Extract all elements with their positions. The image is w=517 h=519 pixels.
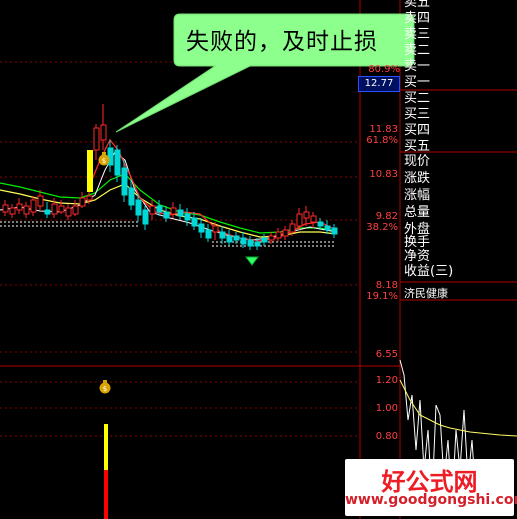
green-diamond-icon: [245, 256, 259, 266]
candle-body: [247, 239, 254, 247]
candle-body: [37, 195, 44, 207]
candle-body: [93, 127, 100, 151]
candle-body: [177, 209, 184, 217]
candle-body: [198, 223, 205, 233]
candle-body: [219, 231, 226, 239]
candle-body: [289, 223, 296, 233]
indicator-label-100: 1.00: [375, 403, 398, 414]
axis-label-pct-top: 80.9%: [368, 64, 400, 75]
quote-field-change: 涨跌: [404, 171, 431, 186]
current-price-box: 12.77: [358, 76, 400, 92]
orderbook-sell-3[interactable]: 卖三: [404, 26, 430, 43]
indicator-label-120: 1.20: [375, 375, 398, 386]
watermark-url: www.goodgongshi.com: [345, 492, 517, 508]
indicator-label-080: 0.80: [375, 431, 398, 442]
candle-body: [51, 203, 58, 215]
candle-body: [212, 225, 219, 233]
axis-label-618: 61.8%: [366, 135, 398, 146]
orderbook-sell-1[interactable]: 卖一: [404, 58, 430, 75]
candle-body: [44, 209, 51, 215]
quote-field-change-pct: 涨幅: [404, 188, 431, 203]
axis-label-1183: 11.83: [369, 124, 398, 135]
candle-body: [2, 204, 9, 213]
watermark-badge: 好公式网 www.goodgongshi.com: [345, 459, 517, 516]
kline-chart[interactable]: $ $: [0, 0, 517, 519]
candle-body: [303, 211, 310, 219]
candle-body: [184, 213, 191, 221]
candle-body: [16, 203, 23, 211]
axis-label-1083: 10.83: [369, 169, 398, 180]
svg-text:$: $: [102, 157, 106, 165]
candle-body: [9, 207, 16, 215]
orderbook-sell-2[interactable]: 卖二: [404, 42, 430, 59]
candle-body: [310, 215, 317, 223]
candle-body: [114, 149, 121, 176]
candle-body: [121, 167, 128, 196]
candle-body: [135, 199, 142, 216]
candle-body: [240, 237, 247, 245]
candle-body: [23, 205, 30, 215]
candle-body: [254, 241, 261, 247]
quote-field-volume: 总量: [404, 205, 431, 220]
svg-text:$: $: [103, 385, 107, 393]
candle-body: [268, 235, 275, 241]
candle-body: [163, 211, 170, 219]
orderbook-sell-4[interactable]: 卖四: [404, 10, 430, 27]
axis-label-191: 19.1%: [366, 291, 398, 302]
axis-label-982: 9.82: [375, 211, 398, 222]
candle-body: [282, 229, 289, 237]
quote-field-price: 现价: [404, 154, 431, 169]
candle-body: [324, 225, 331, 231]
candle-body: [317, 221, 324, 227]
signal-bar-lower-red: [104, 470, 108, 519]
signal-bar-upper: [87, 150, 93, 192]
ma-short-line: [0, 151, 337, 241]
candle-body: [226, 235, 233, 243]
quote-field-earnings: 收益(三): [404, 264, 454, 279]
orderbook-buy-2[interactable]: 买二: [404, 90, 430, 107]
axis-label-382: 38.2%: [366, 222, 398, 233]
callout-text: 失败的，及时止损: [186, 29, 378, 55]
candle-body: [86, 195, 93, 201]
orderbook-buy-3[interactable]: 买三: [404, 106, 430, 123]
candle-body: [100, 124, 107, 141]
stock-name[interactable]: 济民健康: [404, 285, 448, 301]
orderbook-buy-1[interactable]: 买一: [404, 74, 430, 91]
candle-body: [30, 199, 37, 213]
candle-body: [156, 205, 163, 213]
candle-body: [142, 209, 149, 225]
candle-body: [296, 213, 303, 227]
candle-body: [65, 207, 72, 217]
ma-long-line: [0, 173, 337, 234]
candle-body: [72, 205, 79, 215]
candle-body: [261, 237, 268, 243]
candle-body: [79, 197, 86, 207]
candle-body: [205, 229, 212, 239]
candle-body: [58, 205, 65, 213]
price-gridlines: [0, 61, 360, 437]
candle-body: [170, 207, 177, 215]
candle-body: [128, 187, 135, 206]
signal-bar-lower-yellow: [104, 424, 108, 470]
candle-body: [149, 205, 156, 215]
candle-body: [331, 227, 338, 235]
candle-body: [191, 217, 198, 227]
axis-label-655: 6.55: [375, 349, 398, 360]
candle-body: [275, 231, 282, 239]
axis-label-818: 8.18: [375, 280, 398, 291]
candle-body: [233, 235, 240, 241]
orderbook-buy-4[interactable]: 买四: [404, 122, 430, 139]
